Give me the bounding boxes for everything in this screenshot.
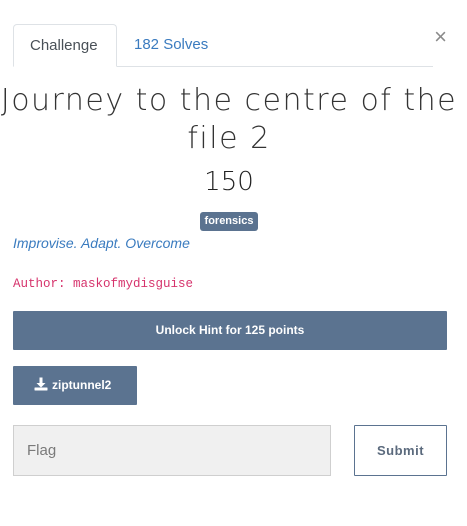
tab-challenge[interactable]: Challenge: [13, 24, 117, 67]
challenge-title: Journey to the centre of the file 2: [0, 83, 458, 156]
tab-solves[interactable]: 182 Solves: [118, 24, 224, 65]
close-button[interactable]: ×: [434, 26, 447, 48]
download-file-label: ziptunnel2: [52, 378, 112, 392]
flag-input[interactable]: [13, 425, 331, 476]
challenge-author: Author: maskofmydisguise: [13, 277, 194, 291]
download-file-button[interactable]: ziptunnel2: [13, 366, 137, 405]
tab-bar: Challenge 182 Solves: [13, 24, 433, 67]
challenge-modal: × Challenge 182 Solves Journey to the ce…: [0, 0, 467, 526]
challenge-points: 150: [204, 167, 254, 197]
submit-button[interactable]: Submit: [354, 425, 447, 476]
category-tag: forensics: [199, 212, 259, 231]
tag-container: forensics: [0, 211, 458, 231]
challenge-description: Improvise. Adapt. Overcome: [13, 235, 190, 251]
download-icon: [34, 377, 48, 391]
unlock-hint-button[interactable]: Unlock Hint for 125 points: [13, 311, 447, 350]
